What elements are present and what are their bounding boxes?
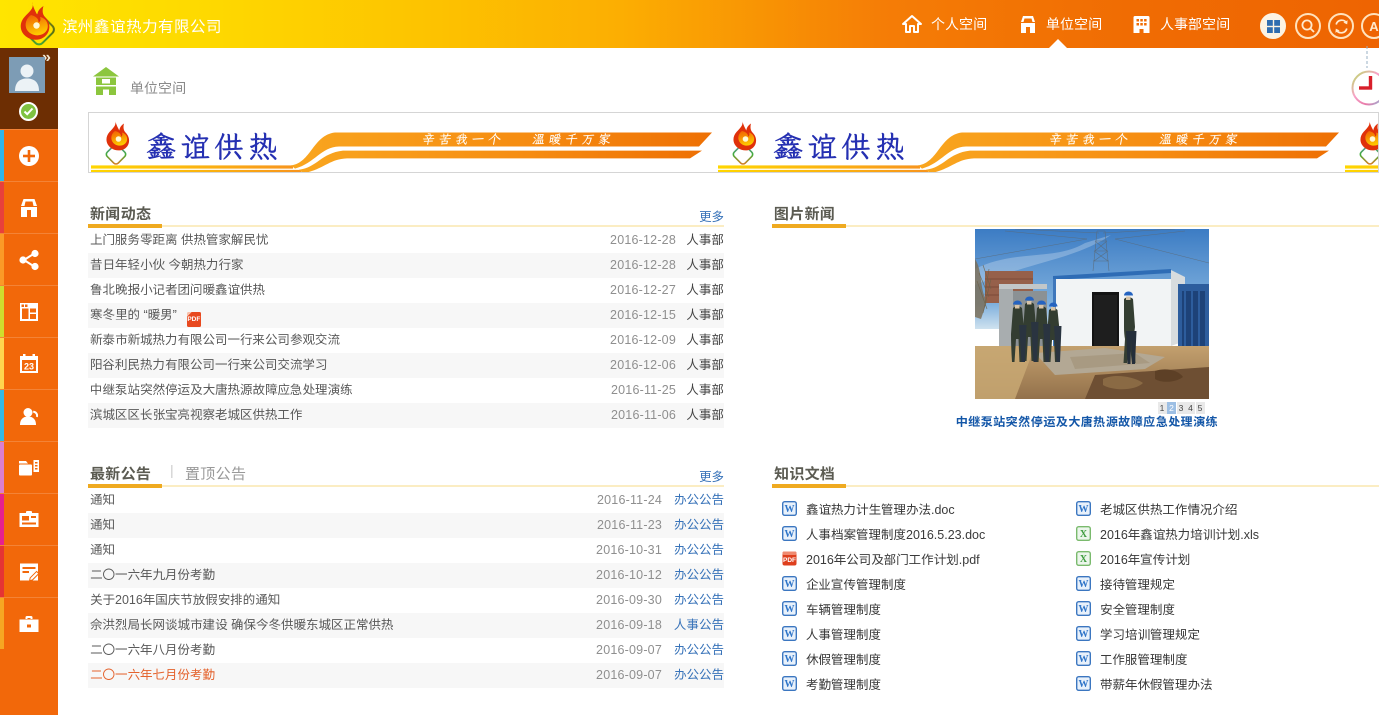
- svg-text:W: W: [785, 679, 795, 690]
- svg-text:W: W: [785, 629, 795, 640]
- svg-text:W: W: [1079, 679, 1089, 690]
- svg-text:W: W: [785, 579, 795, 590]
- svg-text:X: X: [1080, 529, 1088, 540]
- svg-text:PDF: PDF: [783, 557, 796, 564]
- svg-text:W: W: [1079, 504, 1089, 515]
- svg-text:W: W: [1079, 654, 1089, 665]
- svg-text:23: 23: [24, 362, 34, 372]
- svg-text:X: X: [1080, 554, 1088, 565]
- svg-text:W: W: [785, 504, 795, 515]
- svg-text:W: W: [1079, 604, 1089, 615]
- svg-text:W: W: [785, 604, 795, 615]
- svg-text:W: W: [785, 529, 795, 540]
- svg-text:W: W: [785, 654, 795, 665]
- svg-text:W: W: [1079, 629, 1089, 640]
- svg-text:W: W: [1079, 579, 1089, 590]
